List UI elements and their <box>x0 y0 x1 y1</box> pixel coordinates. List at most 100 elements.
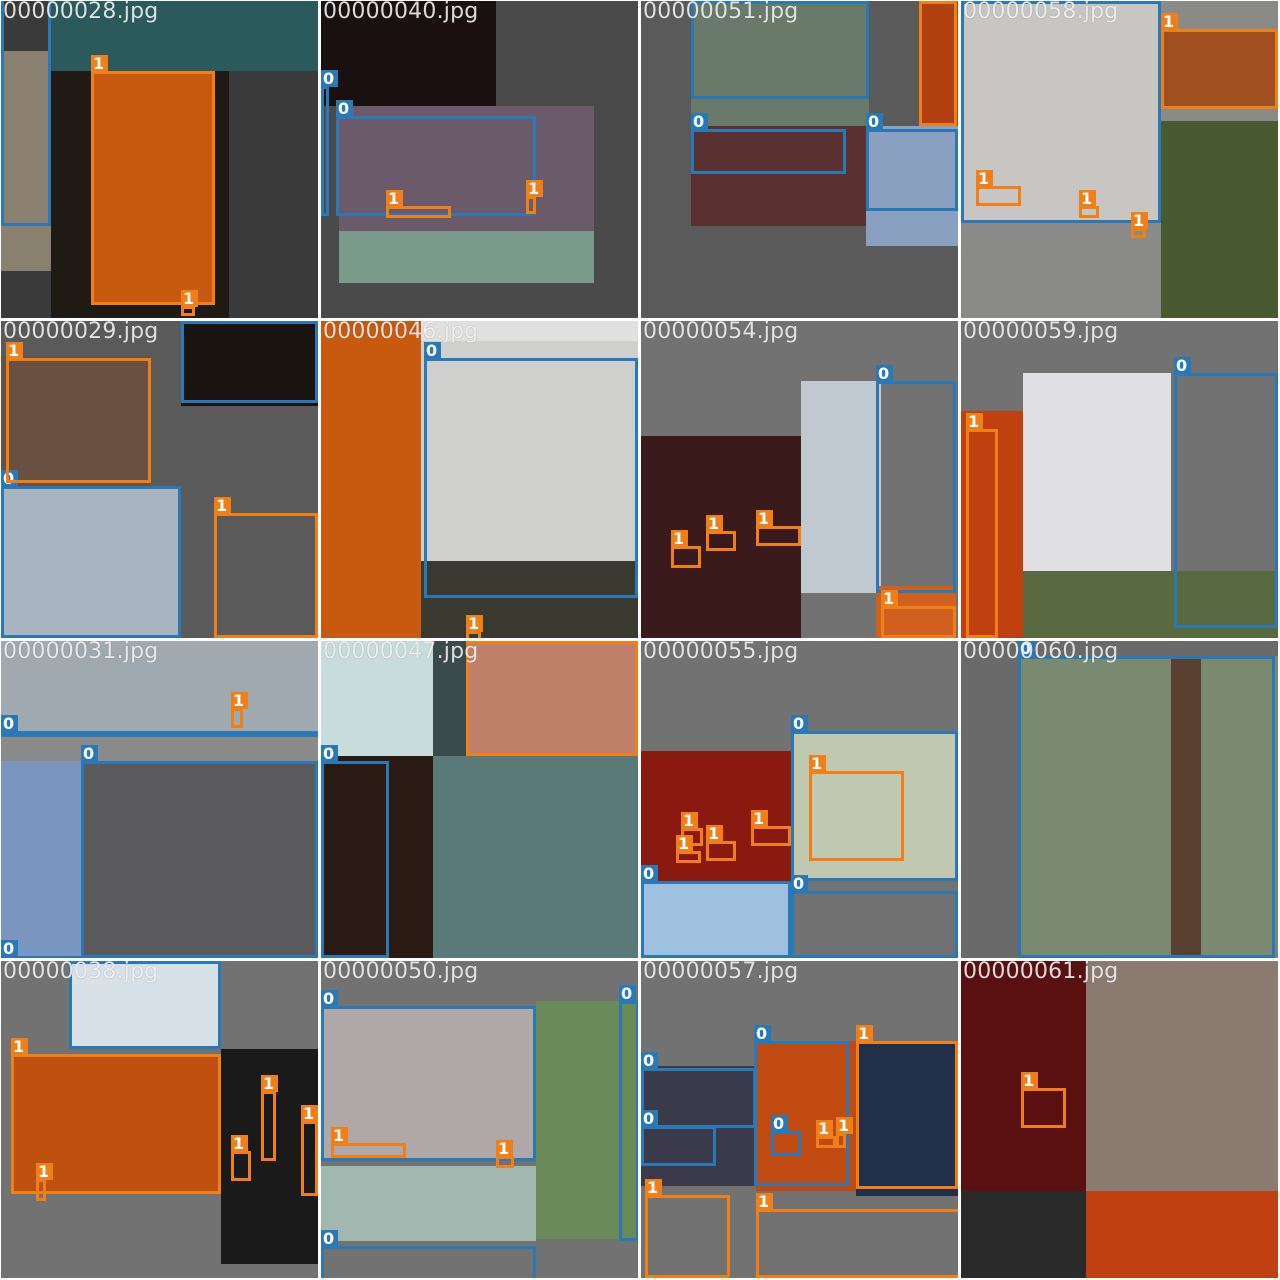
bounding-box-class-1: 1 <box>91 55 215 305</box>
filename-label: 00000058.jpg <box>963 1 1119 24</box>
bounding-box-class-1: 1 <box>836 1117 853 1148</box>
class-label: 0 <box>791 875 808 892</box>
bounding-box-class-0: 0 <box>691 113 846 174</box>
bounding-box-class-1: 1 <box>214 497 318 638</box>
class-label: 1 <box>1161 13 1178 30</box>
mosaic-tile: 0111100000058.jpg <box>961 1 1278 318</box>
filename-label: 00000054.jpg <box>643 321 799 344</box>
bounding-box-class-1: 1 <box>751 810 791 846</box>
mosaic-tile: 1 00000061.jpg <box>961 961 1278 1278</box>
bounding-box-class-1: 1 <box>261 1075 278 1161</box>
filename-label: 00000046.jpg <box>323 321 479 344</box>
bounding-box-class-0: 0 <box>424 342 638 598</box>
bounding-box-class-1: 1 <box>1079 190 1099 218</box>
bounding-box-class-1: 1 <box>6 342 151 483</box>
class-label: 0 <box>691 113 708 130</box>
class-label: 0 <box>866 113 883 130</box>
filename-label: 00000060.jpg <box>963 641 1119 664</box>
mosaic-tile: 0 00000060.jpg <box>961 641 1278 958</box>
mosaic-tile: 0 1 00000059.jpg <box>961 321 1278 638</box>
bounding-box-class-0: 0 <box>321 745 389 958</box>
mosaic-tile: 000100000051.jpg <box>641 1 958 318</box>
bounding-box-class-1: 1 <box>1131 212 1148 238</box>
class-label: 0 <box>336 100 353 117</box>
bounding-box-class-0: 0 <box>1 940 318 958</box>
mosaic-grid: 01100000028.jpg001100000040.jpg000100000… <box>0 0 1280 1280</box>
filename-label: 00000047.jpg <box>323 641 479 664</box>
image-patch <box>1161 121 1278 318</box>
filename-label: 00000028.jpg <box>3 1 159 24</box>
class-label: 1 <box>11 1038 28 1055</box>
class-label: 1 <box>231 692 248 709</box>
class-label: 1 <box>756 510 773 527</box>
bounding-box-class-1: 1 <box>706 825 736 861</box>
bounding-box-class-1: 1 <box>966 413 998 638</box>
bounding-box-class-1: 1 <box>881 590 956 638</box>
bounding-box-class-1: 1 <box>756 1193 958 1278</box>
mosaic-tile: 0 1 1 0 00000029.jpg <box>1 321 318 638</box>
class-label: 0 <box>641 1110 658 1127</box>
bounding-box-class-1: 1 <box>181 290 198 316</box>
bounding-box-class-1: 1 <box>526 180 543 214</box>
class-label: 0 <box>771 1115 788 1132</box>
bounding-box-class-1: 1 <box>231 1135 251 1181</box>
bounding-box-class-1: 1 <box>671 530 701 568</box>
bounding-box-class-0: 0 <box>771 1115 801 1156</box>
class-label: 0 <box>1174 357 1191 374</box>
filename-label: 00000057.jpg <box>643 961 799 984</box>
image-patch <box>1 761 81 958</box>
bounding-box-class-0: 0 <box>321 1230 536 1278</box>
class-label: 1 <box>1131 212 1148 229</box>
bounding-box-class-1: 1 <box>919 1 957 126</box>
class-label: 1 <box>6 342 23 359</box>
bounding-box-class-0: 0 <box>1 715 318 737</box>
bounding-box-class-1: 1 <box>1021 1072 1066 1128</box>
mosaic-tile: 0 0 0 1 1 1 0 1 1 00000057.jpg <box>641 961 958 1278</box>
class-label: 0 <box>754 1025 771 1042</box>
class-label: 0 <box>81 745 98 762</box>
bounding-box-class-1: 1 <box>496 1140 514 1168</box>
image-patch <box>641 751 791 881</box>
class-label: 0 <box>424 342 441 359</box>
image-patch <box>801 381 881 593</box>
class-label: 0 <box>1 940 18 957</box>
filename-label: 00000031.jpg <box>3 641 159 664</box>
image-patch <box>321 1166 536 1241</box>
image-patch <box>1023 373 1171 573</box>
image-patch <box>433 756 638 958</box>
class-label: 0 <box>641 865 658 882</box>
class-label: 1 <box>466 615 483 632</box>
bounding-box-class-0: 0 <box>641 1110 716 1166</box>
mosaic-tile: 01111100000038.jpg <box>1 961 318 1278</box>
bounding-box-class-0: 0 <box>321 990 536 1161</box>
bounding-box-class-1: 1 <box>976 170 1021 206</box>
bounding-box-class-1: 1 <box>756 510 801 546</box>
bounding-box-class-0: 0 <box>641 1052 756 1128</box>
bounding-box-class-0: 0 <box>1 470 181 638</box>
bounding-box-class-0: 0 <box>321 70 338 216</box>
bounding-box-class-1: 1 <box>231 692 248 728</box>
bounding-box-class-0: 0 <box>754 1025 849 1186</box>
class-label: 0 <box>321 70 338 87</box>
mosaic-tile: 0 1 00000046.jpg <box>321 321 638 638</box>
image-patch <box>339 231 594 283</box>
bounding-box-class-1: 1 <box>809 755 904 861</box>
class-label: 0 <box>791 715 808 732</box>
filename-label: 00000059.jpg <box>963 321 1119 344</box>
image-patch <box>321 321 421 638</box>
bounding-box-class-0: 0 <box>791 875 958 958</box>
class-label: 0 <box>876 365 893 382</box>
bounding-box-class-0: 0 <box>1 1 51 226</box>
mosaic-tile: 0 0 1 1 0 00000050.jpg <box>321 961 638 1278</box>
class-label: 1 <box>496 1140 513 1157</box>
class-label: 0 <box>321 1230 338 1247</box>
class-label: 1 <box>836 1117 853 1134</box>
mosaic-tile: 0 1 1 00000028.jpg <box>1 1 318 318</box>
class-label: 1 <box>301 1105 318 1122</box>
bounding-box-class-1: 1 <box>386 190 451 218</box>
bounding-box-class-0: 0 <box>1174 357 1278 628</box>
bounding-box-class-0: 0 <box>876 365 956 593</box>
bounding-box-class-1: 1 <box>856 1025 958 1189</box>
class-label: 1 <box>976 170 993 187</box>
class-label: 1 <box>645 1179 662 1196</box>
